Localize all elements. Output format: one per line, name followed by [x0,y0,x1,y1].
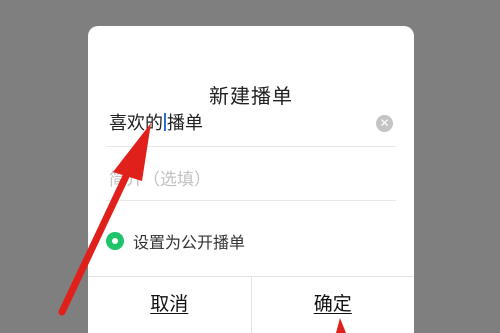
new-playlist-dialog: 新建播单 喜欢的 播单 ✕ 简介（选填） 设置为公开播单 取消 确定 [88,26,414,333]
public-playlist-label: 设置为公开播单 [133,233,246,252]
confirm-button[interactable]: 确定 [252,277,415,333]
public-playlist-option[interactable]: 设置为公开播单 [106,228,245,254]
clear-icon[interactable]: ✕ [376,115,393,132]
description-placeholder: 简介（选填） [109,170,211,190]
name-text-before-caret: 喜欢的 [109,113,163,134]
playlist-name-value[interactable]: 喜欢的 播单 [109,112,203,136]
dialog-button-bar: 取消 确定 [88,276,414,333]
playlist-name-field[interactable]: 喜欢的 播单 ✕ [106,106,396,147]
text-caret [164,113,166,131]
cancel-button[interactable]: 取消 [88,277,252,333]
playlist-description-field[interactable]: 简介（选填） [106,160,396,201]
radio-checked-icon[interactable] [106,232,124,250]
name-text-after-caret: 播单 [167,113,203,134]
screen-overlay: 新建播单 喜欢的 播单 ✕ 简介（选填） 设置为公开播单 取消 确定 [0,0,500,333]
